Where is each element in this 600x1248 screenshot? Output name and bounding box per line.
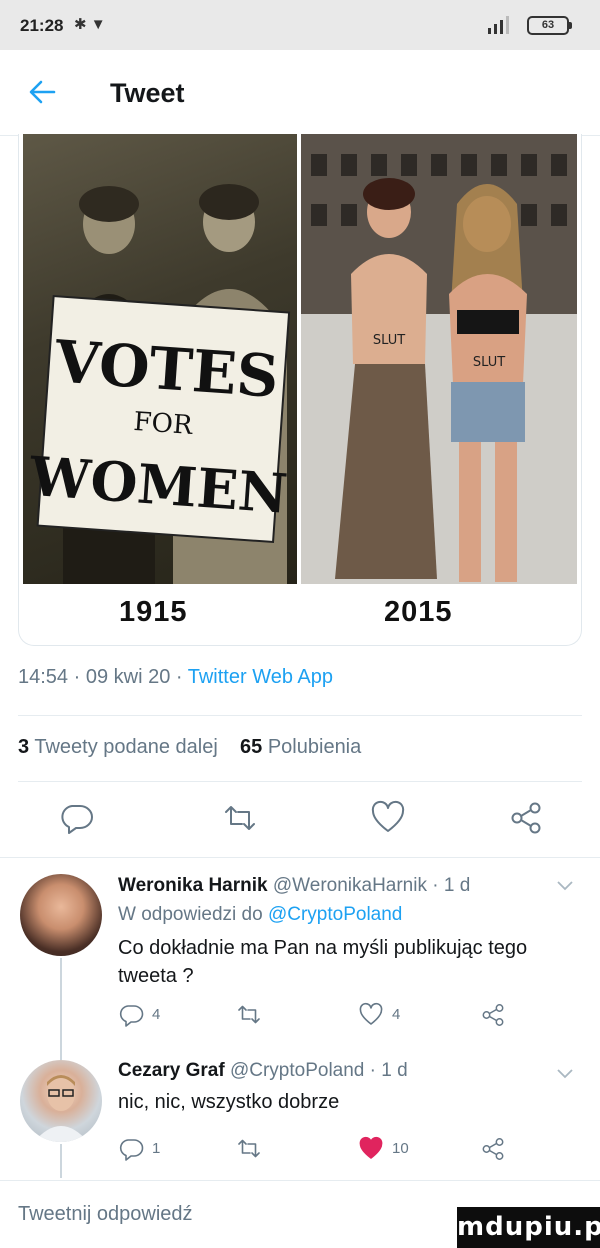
notification-icons: ✱ ▼ — [74, 16, 106, 33]
battery-icon: 63 — [527, 16, 572, 35]
heart-filled-icon — [359, 1136, 383, 1159]
reply-author-handle[interactable]: @CryptoPoland · 1 d — [230, 1060, 408, 1081]
reply-context-label: W odpowiedzi do — [118, 904, 268, 925]
reply-text: nic, nic, wszystko dobrze — [118, 1091, 340, 1113]
reply-share-button[interactable] — [480, 1136, 506, 1162]
back-arrow-icon[interactable] — [26, 76, 58, 108]
caption-1915: 1915 — [119, 596, 188, 628]
status-time: 21:28 — [20, 16, 64, 35]
tweet-action-bar — [0, 800, 600, 854]
chevron-down-icon[interactable] — [556, 880, 574, 892]
reply-compose-field[interactable]: Tweetnij odpowiedź — [18, 1203, 193, 1226]
reply-retweet-button[interactable] — [236, 1002, 262, 1028]
share-icon — [482, 1138, 504, 1160]
tweet-meta: 14:54 · 09 kwi 20 · Twitter Web App — [18, 666, 333, 689]
thread-line — [60, 958, 62, 1058]
tweet-timestamp: 14:54 · 09 kwi 20 · — [18, 666, 188, 688]
tweet-source-link[interactable]: Twitter Web App — [188, 666, 333, 688]
divider — [18, 715, 582, 716]
status-bar: 21:28 ✱ ▼ 63 — [0, 0, 600, 50]
tweet-stats: 3 Tweety podane dalej 65 Polubienia — [18, 736, 361, 759]
reply-author-name[interactable]: Weronika Harnik — [118, 875, 268, 896]
retweets-count[interactable]: 3 — [18, 736, 29, 758]
reply-icon — [119, 1139, 144, 1161]
reply-item[interactable]: Weronika Harnik @WeronikaHarnik · 1 d W … — [0, 858, 600, 1058]
top-bar: Tweet — [0, 50, 600, 136]
photo-2015[interactable]: SLUT SLUT — [301, 134, 577, 584]
caption-2015: 2015 — [384, 596, 453, 628]
like-count: 4 — [392, 1006, 401, 1023]
svg-text:SLUT: SLUT — [473, 355, 505, 370]
likes-label[interactable]: Polubienia — [268, 736, 361, 758]
reply-context: W odpowiedzi do @CryptoPoland — [118, 904, 402, 926]
retweet-icon[interactable] — [222, 800, 258, 836]
divider — [0, 1180, 600, 1181]
reply-like-button[interactable]: 10 — [358, 1136, 409, 1162]
photo-1915-illustration: VOTES FOR WOMEN — [27, 184, 291, 584]
share-icon[interactable] — [508, 800, 544, 836]
likes-count[interactable]: 65 — [240, 736, 262, 758]
reply-reply-button[interactable]: 4 — [118, 1002, 160, 1028]
avatar[interactable] — [20, 874, 102, 956]
signal-icon — [488, 16, 509, 34]
reply-header: Weronika Harnik @WeronikaHarnik · 1 d — [118, 875, 470, 897]
reply-item[interactable]: Cezary Graf @CryptoPoland · 1 d nic, nic… — [0, 1058, 600, 1178]
reply-author-name[interactable]: Cezary Graf — [118, 1060, 225, 1081]
share-icon — [482, 1004, 504, 1026]
retweet-icon — [238, 1005, 260, 1024]
reply-icon[interactable] — [58, 800, 94, 836]
svg-text:FOR: FOR — [133, 407, 195, 441]
reply-header: Cezary Graf @CryptoPoland · 1 d — [118, 1060, 408, 1082]
tweet-media[interactable]: VOTES FOR WOMEN SLUT SLUT 1915 2015 — [18, 134, 582, 646]
like-heart-icon[interactable] — [370, 800, 406, 836]
reply-text: Co dokładnie ma Pan na myśli publikując … — [118, 937, 528, 987]
reply-count: 4 — [152, 1006, 161, 1023]
reply-reply-button[interactable]: 1 — [118, 1136, 160, 1162]
photo-1915[interactable]: VOTES FOR WOMEN — [23, 134, 297, 584]
divider — [18, 781, 582, 782]
like-count: 10 — [392, 1140, 409, 1157]
reply-share-button[interactable] — [480, 1002, 506, 1028]
svg-text:SLUT: SLUT — [373, 333, 405, 348]
retweet-icon — [238, 1139, 260, 1158]
chevron-down-icon[interactable] — [556, 1068, 574, 1080]
thread-line — [60, 1144, 62, 1178]
page-title: Tweet — [110, 78, 185, 108]
reply-icon — [119, 1005, 144, 1027]
mention-link[interactable]: @CryptoPoland — [268, 904, 402, 925]
avatar[interactable] — [20, 1060, 102, 1142]
retweets-label[interactable]: Tweety podane dalej — [34, 736, 217, 758]
reply-like-button[interactable]: 4 — [358, 1002, 400, 1028]
watermark-logo: mdupiu.pl — [457, 1207, 600, 1248]
reply-count: 1 — [152, 1140, 161, 1157]
photo-2015-illustration: SLUT SLUT — [301, 134, 577, 584]
reply-author-handle[interactable]: @WeronikaHarnik · 1 d — [273, 875, 470, 896]
heart-icon — [359, 1002, 383, 1025]
reply-retweet-button[interactable] — [236, 1136, 262, 1162]
avatar-illustration — [34, 1075, 88, 1142]
thread-line — [60, 1058, 62, 1060]
